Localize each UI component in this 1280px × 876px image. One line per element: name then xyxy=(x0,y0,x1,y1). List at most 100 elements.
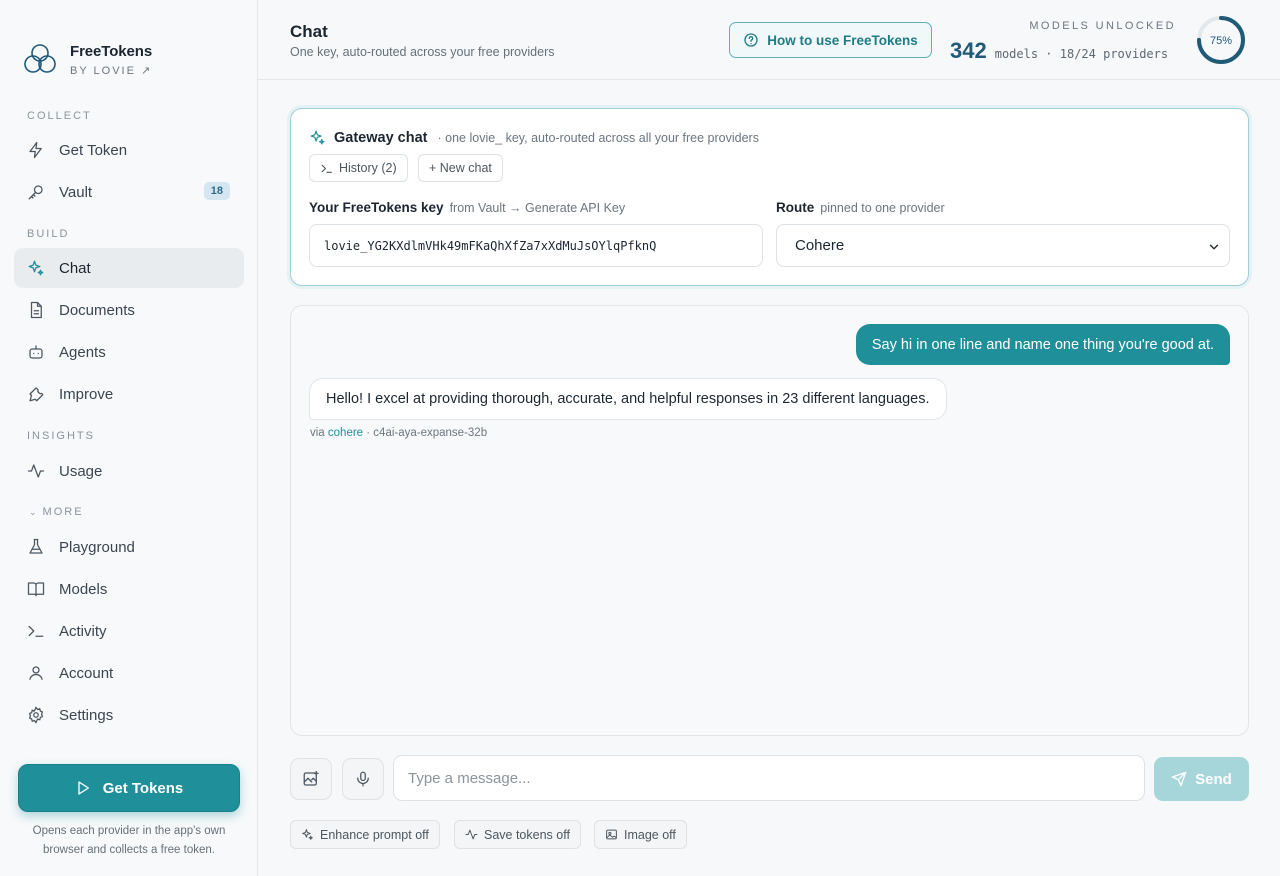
sidebar-item-chat[interactable]: Chat xyxy=(14,248,244,288)
activity-icon xyxy=(27,464,45,478)
gateway-title: Gateway chat · one lovie_ key, auto-rout… xyxy=(309,129,759,146)
sparkles-icon xyxy=(302,829,313,840)
key-field-label: Your FreeTokens key from Vault → Generate… xyxy=(309,200,626,215)
image-toggle-label: Image off xyxy=(624,827,676,842)
sidebar-item-label: Models xyxy=(59,580,108,598)
new-chat-label: + New chat xyxy=(429,161,492,175)
play-icon xyxy=(78,781,89,795)
sidebar-item-vault[interactable]: Vault 18 xyxy=(14,172,244,212)
sidebar-item-label: Activity xyxy=(59,622,107,640)
sparkles-icon xyxy=(310,130,325,145)
robot-icon xyxy=(29,345,43,359)
flask-icon xyxy=(29,538,43,554)
history-label: History (2) xyxy=(339,161,397,175)
sidebar: FreeTokens BY LOVIE ↗ COLLECT Get Token … xyxy=(0,0,258,876)
terminal-icon xyxy=(321,164,332,173)
model-name: · c4ai-aya-expanse-32b xyxy=(366,427,488,439)
sidebar-item-models[interactable]: Models xyxy=(14,569,244,609)
section-collect: COLLECT xyxy=(27,110,92,122)
sidebar-item-settings[interactable]: Settings xyxy=(14,695,244,735)
how-to-use-button[interactable]: How to use FreeTokens xyxy=(729,22,932,58)
send-button[interactable]: Send xyxy=(1154,757,1249,801)
sidebar-item-label: Agents xyxy=(59,343,106,361)
get-tokens-button[interactable]: Get Tokens xyxy=(18,764,240,812)
route-select[interactable]: Cohere xyxy=(776,224,1230,267)
gateway-title-text: Gateway chat xyxy=(334,129,428,146)
save-tokens-toggle[interactable]: Save tokens off xyxy=(454,820,581,849)
microphone-icon xyxy=(357,771,369,787)
chat-transcript[interactable]: Say hi in one line and name one thing yo… xyxy=(290,305,1249,736)
freetokens-logo-icon xyxy=(24,44,56,73)
vault-count-badge: 18 xyxy=(203,182,230,200)
sidebar-item-label: Improve xyxy=(59,385,114,403)
history-button[interactable]: History (2) xyxy=(309,154,408,182)
gateway-card: Gateway chat · one lovie_ key, auto-rout… xyxy=(290,108,1249,286)
models-count-value: 342 xyxy=(950,38,987,63)
providers-progress-ring: 75% xyxy=(1197,16,1245,64)
page-title: Chat xyxy=(290,22,328,41)
user-message-bubble: Say hi in one line and name one thing yo… xyxy=(855,324,1230,365)
gear-icon xyxy=(28,706,44,724)
sidebar-item-label: Vault xyxy=(59,183,93,201)
save-tokens-label: Save tokens off xyxy=(484,827,570,842)
models-providers-detail: models · 18/24 providers xyxy=(994,47,1169,61)
brand-sub: BY LOVIE ↗ xyxy=(70,65,153,77)
key-field-hint: from Vault → Generate API Key xyxy=(449,201,626,215)
route-selected-value: Cohere xyxy=(795,237,845,254)
help-circle-icon xyxy=(744,33,758,47)
chevron-down-icon xyxy=(1209,244,1219,250)
sidebar-item-improve[interactable]: Improve xyxy=(14,374,244,414)
wrench-icon xyxy=(29,387,44,402)
new-chat-button[interactable]: + New chat xyxy=(418,154,503,182)
assistant-message-bubble: Hello! I excel at providing thorough, ac… xyxy=(309,378,947,420)
sparkles-icon xyxy=(28,260,44,276)
gateway-subtitle: · one lovie_ key, auto-routed across all… xyxy=(437,130,759,145)
provider-link[interactable]: cohere xyxy=(328,427,363,439)
sidebar-item-agents[interactable]: Agents xyxy=(14,332,244,372)
sidebar-item-label: Playground xyxy=(59,538,135,556)
lightning-icon xyxy=(29,141,42,159)
brand-name: FreeTokens xyxy=(70,43,153,60)
models-count: 342 models · 18/24 providers xyxy=(950,38,1168,64)
sidebar-item-account[interactable]: Account xyxy=(14,653,244,693)
sidebar-item-get-token[interactable]: Get Token xyxy=(14,130,244,170)
image-toggle[interactable]: Image off xyxy=(594,820,687,849)
microphone-button[interactable] xyxy=(342,758,384,800)
sidebar-item-label: Settings xyxy=(59,706,114,724)
brand[interactable]: FreeTokens BY LOVIE ↗ xyxy=(22,42,152,78)
enhance-prompt-label: Enhance prompt off xyxy=(320,827,429,842)
sidebar-item-label: Documents xyxy=(59,301,135,319)
chevron-down-icon: ⌄ xyxy=(29,507,39,517)
send-label: Send xyxy=(1195,770,1232,788)
send-icon xyxy=(1171,771,1187,787)
image-icon xyxy=(606,829,617,840)
image-plus-icon xyxy=(303,770,319,786)
sidebar-item-activity[interactable]: Activity xyxy=(14,611,244,651)
message-input[interactable] xyxy=(393,755,1145,801)
sidebar-item-playground[interactable]: Playground xyxy=(14,527,244,567)
enhance-prompt-toggle[interactable]: Enhance prompt off xyxy=(290,820,440,849)
sidebar-item-documents[interactable]: Documents xyxy=(14,290,244,330)
sidebar-item-label: Get Token xyxy=(59,141,128,159)
how-to-use-label: How to use FreeTokens xyxy=(767,32,918,48)
user-icon xyxy=(29,666,43,680)
models-unlocked-label: MODELS UNLOCKED xyxy=(1029,20,1176,32)
get-tokens-label: Get Tokens xyxy=(102,779,184,797)
message-meta: via cohere · c4ai-aya-expanse-32b xyxy=(310,427,488,439)
activity-icon xyxy=(465,829,478,840)
sidebar-item-label: Usage xyxy=(59,462,103,480)
key-icon xyxy=(28,185,43,200)
sidebar-item-label: Account xyxy=(59,664,114,682)
progress-label: 75% xyxy=(1210,35,1232,47)
attach-image-button[interactable] xyxy=(290,758,332,800)
route-field-hint: pinned to one provider xyxy=(820,201,945,215)
api-key-field[interactable] xyxy=(309,224,763,267)
book-icon xyxy=(27,582,45,597)
section-insights: INSIGHTS xyxy=(27,430,95,442)
document-icon xyxy=(30,301,42,319)
section-more[interactable]: ⌄ MORE xyxy=(29,506,84,518)
sidebar-item-usage[interactable]: Usage xyxy=(14,451,244,491)
section-build: BUILD xyxy=(27,228,70,240)
page-header: Chat One key, auto-routed across your fr… xyxy=(258,0,1280,80)
route-field-label: Route pinned to one provider xyxy=(776,200,945,215)
